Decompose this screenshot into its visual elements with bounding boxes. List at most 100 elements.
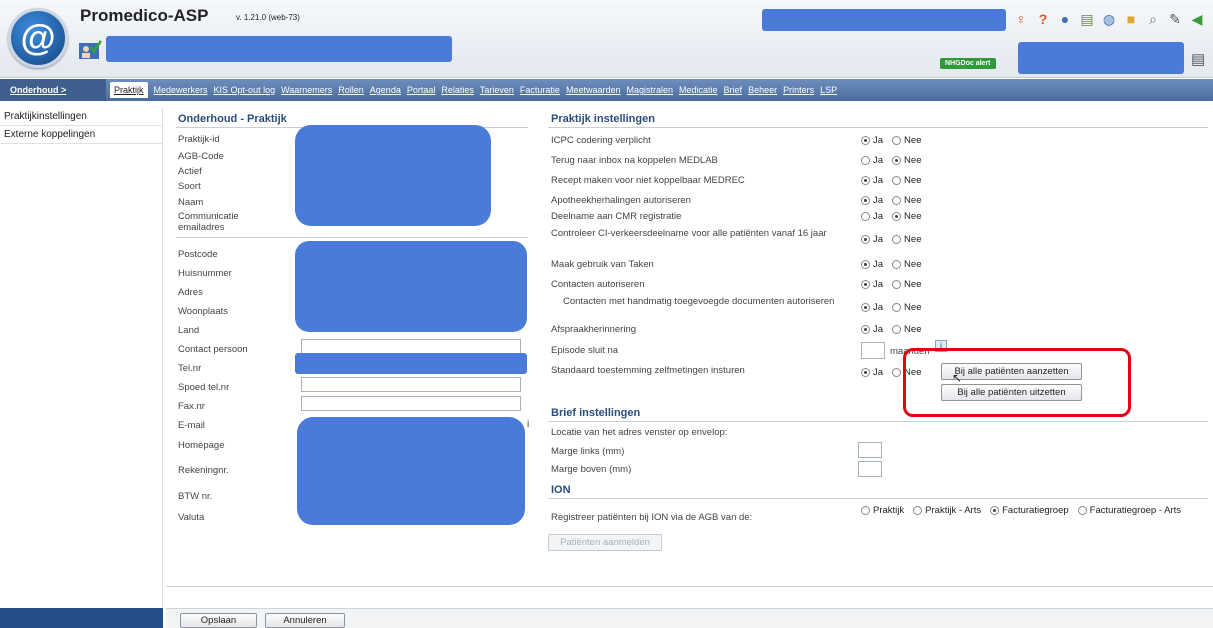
nav-item-tarieven[interactable]: Tarieven bbox=[480, 85, 514, 95]
radio-nee[interactable] bbox=[892, 176, 902, 185]
radio-ja[interactable] bbox=[861, 235, 870, 244]
setting-radio-afspraakherinnering: Ja Nee bbox=[861, 324, 927, 335]
fax-nr-input[interactable] bbox=[301, 396, 521, 411]
radio-ja[interactable] bbox=[861, 325, 870, 334]
nav-item-kis-opt-out-log[interactable]: KIS Opt-out log bbox=[214, 85, 276, 95]
setting-label-contacten-autoriseren: Contacten autoriseren bbox=[551, 279, 645, 290]
app-logo-icon: @ bbox=[8, 8, 68, 68]
nav-item-meetwaarden[interactable]: Meetwaarden bbox=[566, 85, 621, 95]
setting-radio-contacten-documenten: Ja Nee bbox=[861, 302, 927, 313]
nav-item-medewerkers[interactable]: Medewerkers bbox=[154, 85, 208, 95]
setting-label-medrec: Recept maken voor niet koppelbaar MEDREC bbox=[551, 175, 745, 186]
title-rule bbox=[548, 127, 1208, 128]
pen-icon[interactable]: ✎ bbox=[1166, 10, 1184, 28]
annuleren-button[interactable]: Annuleren bbox=[265, 613, 345, 628]
setting-label-cmr: Deelname aan CMR registratie bbox=[551, 211, 682, 222]
app-version: v. 1.21.0 (web-73) bbox=[236, 13, 300, 22]
nav-items: Praktijk Medewerkers KIS Opt-out log Waa… bbox=[110, 79, 837, 101]
radio-nee[interactable] bbox=[892, 212, 902, 221]
radio-nee[interactable] bbox=[892, 196, 902, 205]
marge-boven-input[interactable] bbox=[858, 461, 882, 477]
marge-links-input[interactable] bbox=[858, 442, 882, 458]
app-header: @ Promedico-ASP v. 1.21.0 (web-73) ♀ ? ●… bbox=[0, 0, 1213, 78]
marge-links-label: Marge links (mm) bbox=[551, 446, 625, 457]
highlight-annotation bbox=[903, 348, 1131, 417]
radio-nee[interactable] bbox=[892, 260, 902, 269]
label-postcode: Postcode bbox=[178, 249, 218, 260]
radio-ja[interactable] bbox=[861, 156, 870, 165]
ion-registreer-label: Registreer patiënten bij ION via de AGB … bbox=[551, 512, 753, 523]
radio-nee[interactable] bbox=[892, 325, 902, 334]
radio-ja[interactable] bbox=[861, 176, 870, 185]
radio-ja[interactable] bbox=[861, 196, 870, 205]
zelfmetingen-label: Standaard toestemming zelfmetingen instu… bbox=[551, 365, 745, 376]
nhgdoc-alert-badge[interactable]: NHGDoc alert bbox=[940, 58, 996, 69]
main-nav: Onderhoud > Praktijk Medewerkers KIS Opt… bbox=[0, 79, 1213, 101]
back-icon[interactable]: ◀ bbox=[1188, 10, 1206, 28]
spoed-tel-nr-input[interactable] bbox=[301, 377, 521, 392]
radio-ion-praktijk[interactable] bbox=[861, 506, 870, 515]
globe-icon[interactable]: ● bbox=[1056, 10, 1074, 28]
nav-item-praktijk[interactable]: Praktijk bbox=[110, 82, 148, 98]
label-land: Land bbox=[178, 325, 200, 336]
redacted-address-details bbox=[295, 241, 527, 332]
nav-item-beheer[interactable]: Beheer bbox=[748, 85, 777, 95]
radio-ja[interactable] bbox=[861, 212, 870, 221]
help-icon[interactable]: ? bbox=[1034, 10, 1052, 28]
radio-ja[interactable] bbox=[861, 136, 870, 145]
nav-item-relaties[interactable]: Relaties bbox=[441, 85, 474, 95]
nav-item-printers[interactable]: Printers bbox=[783, 85, 814, 95]
radio-nee[interactable] bbox=[892, 136, 902, 145]
nav-item-rollen[interactable]: Rollen bbox=[338, 85, 364, 95]
opslaan-button[interactable]: Opslaan bbox=[180, 613, 257, 628]
setting-radio-cmr: Ja Nee bbox=[861, 211, 927, 222]
printer-icon[interactable]: ▤ bbox=[1191, 50, 1205, 68]
redacted-contact-financial bbox=[297, 417, 525, 525]
sidebar-item-externe-koppelingen[interactable]: Externe koppelingen bbox=[0, 126, 162, 144]
redacted-practice-details bbox=[295, 125, 491, 226]
nav-item-lsp[interactable]: LSP bbox=[820, 85, 837, 95]
nav-item-portaal[interactable]: Portaal bbox=[407, 85, 436, 95]
world-icon[interactable]: ◍ bbox=[1100, 10, 1118, 28]
episode-maanden-input[interactable] bbox=[861, 342, 885, 359]
info-icon[interactable]: i bbox=[527, 419, 529, 430]
sidebar-item-praktijkinstellingen[interactable]: Praktijkinstellingen bbox=[0, 108, 162, 126]
setting-radio-medrec: Ja Nee bbox=[861, 175, 927, 186]
nav-home-onderhoud[interactable]: Onderhoud > bbox=[0, 79, 106, 101]
setting-radio-taken: Ja Nee bbox=[861, 259, 927, 270]
document-search-icon[interactable]: ⌕ bbox=[1144, 10, 1162, 28]
radio-ion-facturatiegroep[interactable] bbox=[990, 506, 1000, 515]
setting-label-afspraakherinnering: Afspraakherinnering bbox=[551, 324, 637, 335]
contact-persoon-input[interactable] bbox=[301, 339, 521, 354]
marge-boven-label: Marge boven (mm) bbox=[551, 464, 632, 475]
label-actief: Actief bbox=[178, 166, 202, 177]
setting-label-ci-verkeer: Controleer CI-verkeersdeelname voor alle… bbox=[551, 228, 827, 239]
radio-ja[interactable] bbox=[861, 303, 870, 312]
title-rule bbox=[548, 498, 1208, 499]
radio-ion-praktijk-arts[interactable] bbox=[913, 506, 923, 515]
radio-ja[interactable] bbox=[861, 260, 870, 269]
label-spoed-tel-nr: Spoed tel.nr bbox=[178, 382, 230, 393]
nav-item-facturatie[interactable]: Facturatie bbox=[520, 85, 560, 95]
radio-ion-facturatiegroep-arts[interactable] bbox=[1077, 506, 1087, 515]
person-icon[interactable]: ♀ bbox=[1012, 10, 1030, 28]
radio-nee[interactable] bbox=[892, 156, 902, 165]
radio-nee[interactable] bbox=[892, 280, 902, 289]
patienten-aanmelden-button[interactable]: Patiënten aanmelden bbox=[548, 534, 662, 551]
notes-icon[interactable]: ▤ bbox=[1078, 10, 1096, 28]
brief-instellingen-title: Brief instellingen bbox=[551, 407, 641, 419]
folder-icon[interactable]: ■ bbox=[1122, 10, 1140, 28]
radio-nee[interactable] bbox=[892, 303, 902, 312]
radio-nee[interactable] bbox=[892, 235, 902, 244]
sidebar: Praktijkinstellingen Externe koppelingen bbox=[0, 108, 163, 608]
nav-item-brief[interactable]: Brief bbox=[724, 85, 743, 95]
nav-item-medicatie[interactable]: Medicatie bbox=[679, 85, 718, 95]
radio-ja[interactable] bbox=[861, 368, 870, 377]
label-rekeningnr: Rekeningnr. bbox=[178, 465, 229, 476]
radio-ja[interactable] bbox=[861, 280, 870, 289]
nav-item-magistralen[interactable]: Magistralen bbox=[626, 85, 673, 95]
user-edit-icon[interactable] bbox=[78, 38, 102, 60]
nav-item-agenda[interactable]: Agenda bbox=[370, 85, 401, 95]
radio-nee[interactable] bbox=[892, 368, 902, 377]
nav-item-waarnemers[interactable]: Waarnemers bbox=[281, 85, 332, 95]
